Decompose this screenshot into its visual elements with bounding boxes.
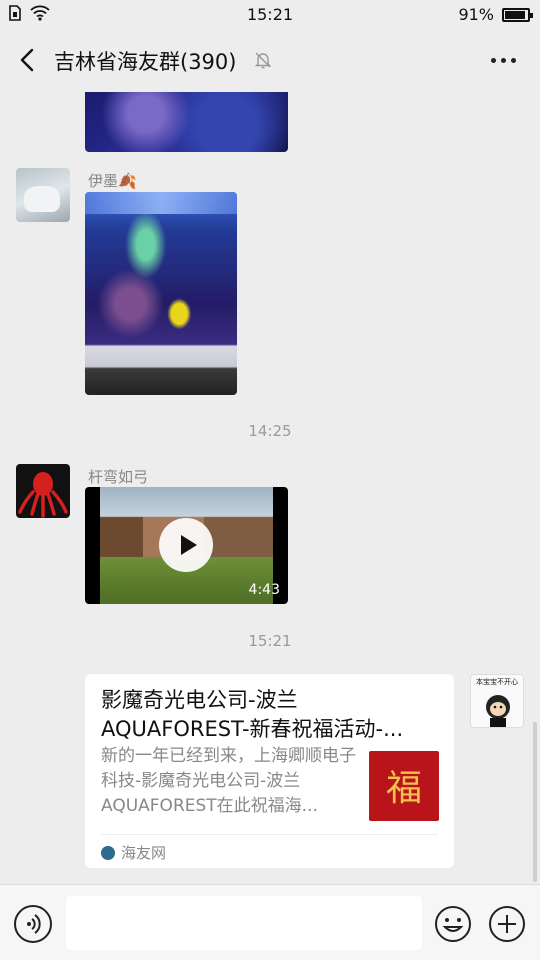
battery-status: 91% — [458, 5, 533, 24]
link-description: 新的一年已经到来，上海卿顺电子科技-影魔奇光电公司-波兰AQUAFOREST在此… — [101, 746, 356, 816]
fu-character: 福 — [385, 768, 422, 809]
chat-title: 吉林省海友群(390) — [54, 50, 237, 74]
timestamp: 14:25 — [248, 422, 292, 440]
voice-icon[interactable] — [14, 905, 52, 943]
input-bar — [0, 884, 540, 960]
link-title: 影魔奇光电公司-波兰AQUAFOREST-新春祝福活动-... — [101, 688, 404, 741]
video-message[interactable]: 4:43 — [85, 487, 288, 604]
message-list[interactable]: 伊墨🍂 14:25 杆弯如弓 4:43 15:21 影魔奇光电公司-波兰AQUA… — [0, 92, 540, 884]
leaf-emoji-icon: 🍂 — [118, 172, 137, 190]
source-name: 海友网 — [121, 844, 167, 862]
octopus-icon — [18, 472, 68, 518]
source-logo-icon — [101, 845, 115, 860]
more-icon[interactable] — [491, 58, 516, 63]
scrollbar[interactable] — [533, 722, 537, 882]
emoji-icon[interactable] — [434, 905, 472, 943]
chat-header: 吉林省海友群(390) — [0, 30, 540, 92]
video-duration: 4:43 — [248, 582, 280, 598]
timestamp: 15:21 — [248, 632, 292, 650]
message-image[interactable] — [85, 92, 288, 152]
avatar[interactable] — [16, 168, 70, 222]
link-source: 海友网 — [101, 842, 166, 863]
status-bar: 15:21 91% — [0, 0, 540, 30]
sender-name: 伊墨🍂 — [88, 172, 137, 190]
link-thumbnail: 福 — [369, 751, 439, 821]
message-image[interactable] — [85, 192, 237, 395]
play-icon[interactable] — [159, 518, 213, 572]
message-input[interactable] — [66, 896, 422, 950]
voice-waves — [27, 914, 41, 934]
battery-icon — [502, 7, 533, 22]
sticker-face-icon — [486, 695, 510, 727]
divider — [101, 834, 438, 835]
self-avatar[interactable]: 本宝宝不开心 — [470, 674, 524, 728]
avatar[interactable] — [16, 464, 70, 518]
battery-fill — [505, 10, 526, 19]
battery-percent: 91% — [458, 5, 494, 24]
mute-bell-icon — [254, 52, 272, 69]
plus-icon[interactable] — [488, 905, 526, 943]
back-icon[interactable] — [14, 46, 42, 74]
link-card[interactable]: 影魔奇光电公司-波兰AQUAFOREST-新春祝福活动-... 新的一年已经到来… — [85, 674, 454, 868]
sender-name: 杆弯如弓 — [88, 468, 149, 486]
